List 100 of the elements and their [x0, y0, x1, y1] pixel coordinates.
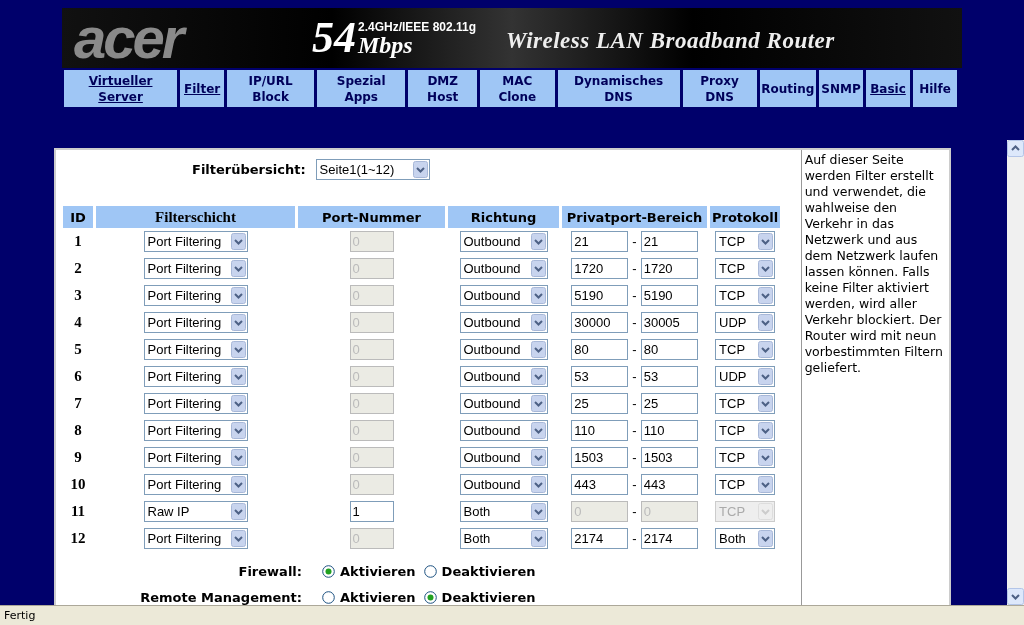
nav-tab[interactable]: SNMP	[818, 70, 863, 107]
protocol-dropdown[interactable]: TCP	[715, 285, 776, 306]
nav-tab[interactable]: Dynamisches DNS	[557, 70, 680, 107]
row-id: 5	[73, 340, 83, 359]
direction-dropdown[interactable]: Outbound	[459, 447, 548, 468]
caret-icon	[758, 395, 774, 412]
caret-icon	[530, 260, 546, 277]
layer-dropdown[interactable]: Port Filtering	[143, 474, 248, 495]
direction-dropdown[interactable]: Outbound	[459, 231, 548, 252]
range-end-field[interactable]: 53	[640, 366, 698, 387]
layer-dropdown[interactable]: Port Filtering	[143, 231, 248, 252]
layer-dropdown[interactable]: Port Filtering	[143, 447, 248, 468]
protocol-dropdown[interactable]: TCP	[715, 231, 776, 252]
layer-dropdown[interactable]: Port Filtering	[143, 366, 248, 387]
caret-icon	[230, 314, 246, 331]
range-start-field[interactable]: 110	[571, 420, 629, 441]
range-end-field[interactable]: 443	[640, 474, 698, 495]
range-end-field[interactable]: 80	[640, 339, 698, 360]
scrollbar[interactable]	[1007, 140, 1024, 605]
range-end-field[interactable]: 2174	[640, 528, 698, 549]
radio-button[interactable]	[423, 564, 437, 578]
range-start-field[interactable]: 2174	[571, 528, 629, 549]
range-start-field[interactable]: 5190	[571, 285, 629, 306]
radio-button[interactable]	[423, 590, 437, 604]
protocol-dropdown[interactable]: UDP	[715, 312, 776, 333]
range-end-field[interactable]: 1720	[640, 258, 698, 279]
scroll-down-icon[interactable]	[1007, 588, 1024, 605]
layer-dropdown[interactable]: Port Filtering	[143, 339, 248, 360]
range-start-field[interactable]: 53	[571, 366, 629, 387]
range-start-field[interactable]: 80	[571, 339, 629, 360]
layer-dropdown[interactable]: Port Filtering	[143, 528, 248, 549]
layer-dropdown[interactable]: Port Filtering	[143, 420, 248, 441]
range-end-field[interactable]: 30005	[640, 312, 698, 333]
nav-tab[interactable]: Hilfe	[912, 70, 957, 107]
direction-dropdown[interactable]: Outbound	[459, 312, 548, 333]
nav-tab[interactable]: Virtueller Server	[64, 70, 178, 107]
direction-dropdown[interactable]: Outbound	[459, 339, 548, 360]
protocol-dropdown[interactable]: TCP	[715, 474, 776, 495]
speed-label: 54	[312, 13, 356, 63]
direction-dropdown[interactable]: Outbound	[459, 258, 548, 279]
direction-dropdown[interactable]: Outbound	[459, 420, 548, 441]
nav-tab[interactable]: Routing	[759, 70, 816, 107]
nav-tab[interactable]: IP/URL Block	[227, 70, 315, 107]
protocol-dropdown[interactable]: TCP	[715, 339, 776, 360]
range-separator: -	[632, 342, 637, 357]
protocol-dropdown[interactable]: Both	[715, 528, 776, 549]
radio-button[interactable]	[322, 590, 335, 604]
protocol-dropdown[interactable]: UDP	[715, 366, 776, 387]
radio-label: Aktivieren	[340, 589, 416, 605]
row-id: 8	[73, 421, 83, 440]
layer-dropdown[interactable]: Port Filtering	[143, 258, 248, 279]
layer-dropdown[interactable]: Raw IP	[143, 501, 248, 522]
nav-tab[interactable]: Proxy DNS	[682, 70, 757, 107]
range-end-field[interactable]: 21	[640, 231, 698, 252]
caret-icon	[758, 314, 774, 331]
caret-icon	[530, 530, 546, 547]
range-end-field[interactable]: 1503	[640, 447, 698, 468]
nav-tab[interactable]: Filter	[180, 70, 225, 107]
layer-dropdown[interactable]: Port Filtering	[143, 393, 248, 414]
nav-tab[interactable]: DMZ Host	[408, 70, 478, 107]
protocol-dropdown[interactable]: TCP	[715, 447, 776, 468]
caret-icon	[758, 476, 774, 493]
page-dropdown[interactable]: Seite1(1~12)	[315, 158, 430, 180]
row-id: 9	[73, 448, 83, 467]
direction-dropdown[interactable]: Outbound	[459, 366, 548, 387]
caret-icon	[758, 233, 774, 250]
radio-button[interactable]	[322, 564, 335, 578]
protocol-dropdown[interactable]: TCP	[715, 420, 776, 441]
scroll-up-icon[interactable]	[1007, 140, 1024, 157]
protocol-dropdown[interactable]: TCP	[715, 258, 776, 279]
radio-label: Aktivieren	[340, 563, 416, 579]
port-field[interactable]: 1	[349, 501, 394, 522]
range-start-field[interactable]: 1720	[571, 258, 629, 279]
caret-icon	[530, 449, 546, 466]
nav-tab[interactable]: Basic	[865, 70, 910, 107]
direction-dropdown[interactable]: Both	[459, 501, 548, 522]
range-end-field[interactable]: 25	[640, 393, 698, 414]
caret-icon	[230, 395, 246, 412]
range-start-field[interactable]: 21	[571, 231, 629, 252]
caret-icon	[758, 449, 774, 466]
caret-icon	[530, 422, 546, 439]
direction-dropdown[interactable]: Both	[459, 528, 548, 549]
option-label: Remote Management:	[139, 589, 302, 605]
direction-dropdown[interactable]: Outbound	[459, 285, 548, 306]
protocol-dropdown[interactable]: TCP	[715, 393, 776, 414]
logo: acer	[74, 8, 294, 68]
direction-dropdown[interactable]: Outbound	[459, 393, 548, 414]
range-end-field[interactable]: 110	[640, 420, 698, 441]
range-start-field[interactable]: 30000	[571, 312, 629, 333]
layer-dropdown[interactable]: Port Filtering	[143, 285, 248, 306]
range-start-field[interactable]: 443	[571, 474, 629, 495]
range-start-field[interactable]: 1503	[571, 447, 629, 468]
nav-tab[interactable]: MAC Clone	[480, 70, 555, 107]
layer-dropdown[interactable]: Port Filtering	[143, 312, 248, 333]
range-start-field[interactable]: 25	[571, 393, 629, 414]
caret-icon	[758, 503, 774, 520]
range-end-field[interactable]: 5190	[640, 285, 698, 306]
nav-tab[interactable]: Spezial Apps	[317, 70, 406, 107]
row-id: 12	[69, 529, 87, 548]
direction-dropdown[interactable]: Outbound	[459, 474, 548, 495]
